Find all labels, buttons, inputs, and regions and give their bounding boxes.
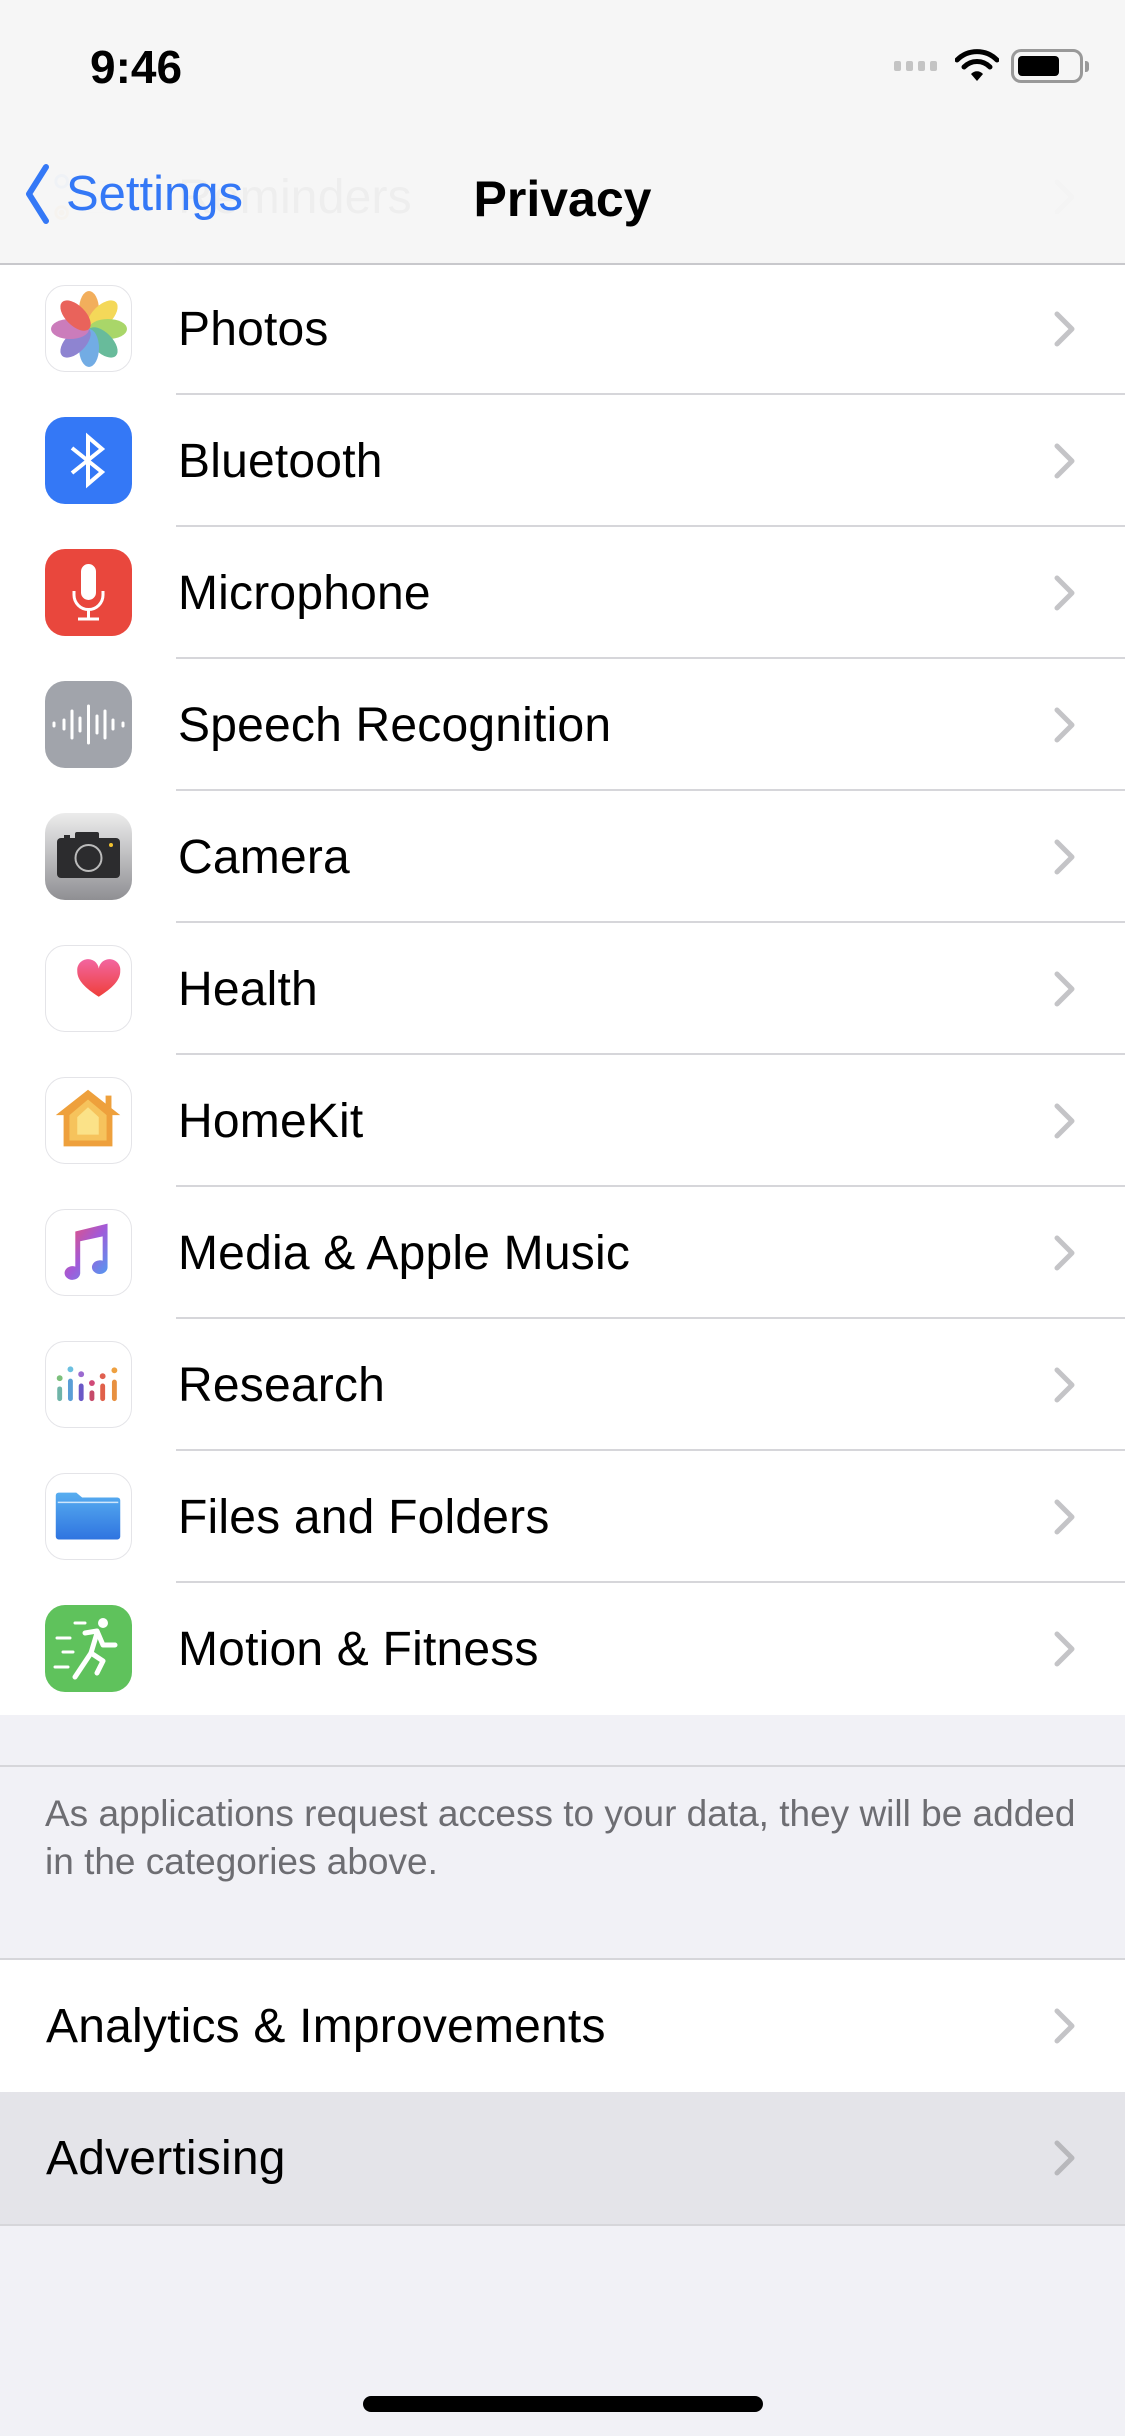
list-item-label: Speech Recognition	[178, 698, 612, 752]
list-item-label: Analytics & Improvements	[46, 1999, 606, 2053]
privacy-settings-screen: Reminders	[0, 0, 1125, 2436]
other-privacy-items-list: Analytics & Improvements Advertising	[0, 1958, 1125, 2226]
running-figure-icon	[45, 1605, 132, 1692]
list-item-speech-recognition[interactable]: Speech Recognition	[0, 659, 1125, 791]
list-item-label: HomeKit	[178, 1094, 364, 1148]
list-item-research[interactable]: Research	[0, 1319, 1125, 1451]
list-item-label: Camera	[178, 830, 350, 884]
chevron-right-icon	[1054, 839, 1075, 875]
battery-icon	[1011, 49, 1089, 83]
list-item-microphone[interactable]: Microphone	[0, 527, 1125, 659]
home-indicator[interactable]	[363, 2396, 763, 2412]
chevron-right-icon	[1054, 443, 1075, 479]
list-item-label: Photos	[178, 302, 329, 356]
chevron-right-icon	[1054, 1499, 1075, 1535]
chevron-right-icon	[1054, 1103, 1075, 1139]
list-item-label: Bluetooth	[178, 434, 383, 488]
wifi-icon	[955, 49, 999, 81]
chevron-right-icon	[1054, 971, 1075, 1007]
folder-icon	[45, 1473, 132, 1560]
list-item-label: Motion & Fitness	[178, 1622, 539, 1676]
list-item-label: Advertising	[46, 2131, 286, 2185]
photos-icon	[45, 285, 132, 372]
list-item-advertising[interactable]: Advertising	[0, 2092, 1125, 2224]
list-item-camera[interactable]: Camera	[0, 791, 1125, 923]
camera-icon	[45, 813, 132, 900]
section-footer-note: As applications request access to your d…	[45, 1793, 1076, 1882]
list-item-label: Media & Apple Music	[178, 1226, 631, 1280]
navigation-header: 9:46 Settings Privacy	[0, 0, 1125, 265]
list-item-analytics-improvements[interactable]: Analytics & Improvements	[0, 1960, 1125, 2092]
chevron-right-icon	[1054, 707, 1075, 743]
chevron-right-icon	[1054, 1631, 1075, 1667]
health-heart-icon	[45, 945, 132, 1032]
list-item-health[interactable]: Health	[0, 923, 1125, 1055]
list-item-media-apple-music[interactable]: Media & Apple Music	[0, 1187, 1125, 1319]
homekit-house-icon	[45, 1077, 132, 1164]
list-item-bluetooth[interactable]: Bluetooth	[0, 395, 1125, 527]
microphone-icon	[45, 549, 132, 636]
app-categories-list: Reminders	[0, 131, 1125, 1715]
speech-waveform-icon	[45, 681, 132, 768]
chevron-right-icon	[1054, 2140, 1075, 2176]
list-item-label: Files and Folders	[178, 1490, 550, 1544]
chevron-right-icon	[1054, 1367, 1075, 1403]
list-item-photos[interactable]: Photos	[0, 263, 1125, 395]
music-note-icon	[45, 1209, 132, 1296]
chevron-right-icon	[1054, 2008, 1075, 2044]
list-item-label: Microphone	[178, 566, 431, 620]
bluetooth-icon	[45, 417, 132, 504]
cellular-signal-icon	[894, 61, 937, 71]
list-item-homekit[interactable]: HomeKit	[0, 1055, 1125, 1187]
chevron-right-icon	[1054, 311, 1075, 347]
section-divider	[0, 1765, 1125, 1767]
status-time: 9:46	[90, 41, 183, 93]
research-icon	[45, 1341, 132, 1428]
page-title: Privacy	[473, 171, 652, 227]
list-item-motion-fitness[interactable]: Motion & Fitness	[0, 1583, 1125, 1715]
status-icons	[894, 48, 1089, 84]
chevron-right-icon	[1054, 575, 1075, 611]
list-item-label: Health	[178, 962, 318, 1016]
chevron-right-icon	[1054, 1235, 1075, 1271]
list-item-files-and-folders[interactable]: Files and Folders	[0, 1451, 1125, 1583]
list-item-label: Research	[178, 1358, 386, 1412]
